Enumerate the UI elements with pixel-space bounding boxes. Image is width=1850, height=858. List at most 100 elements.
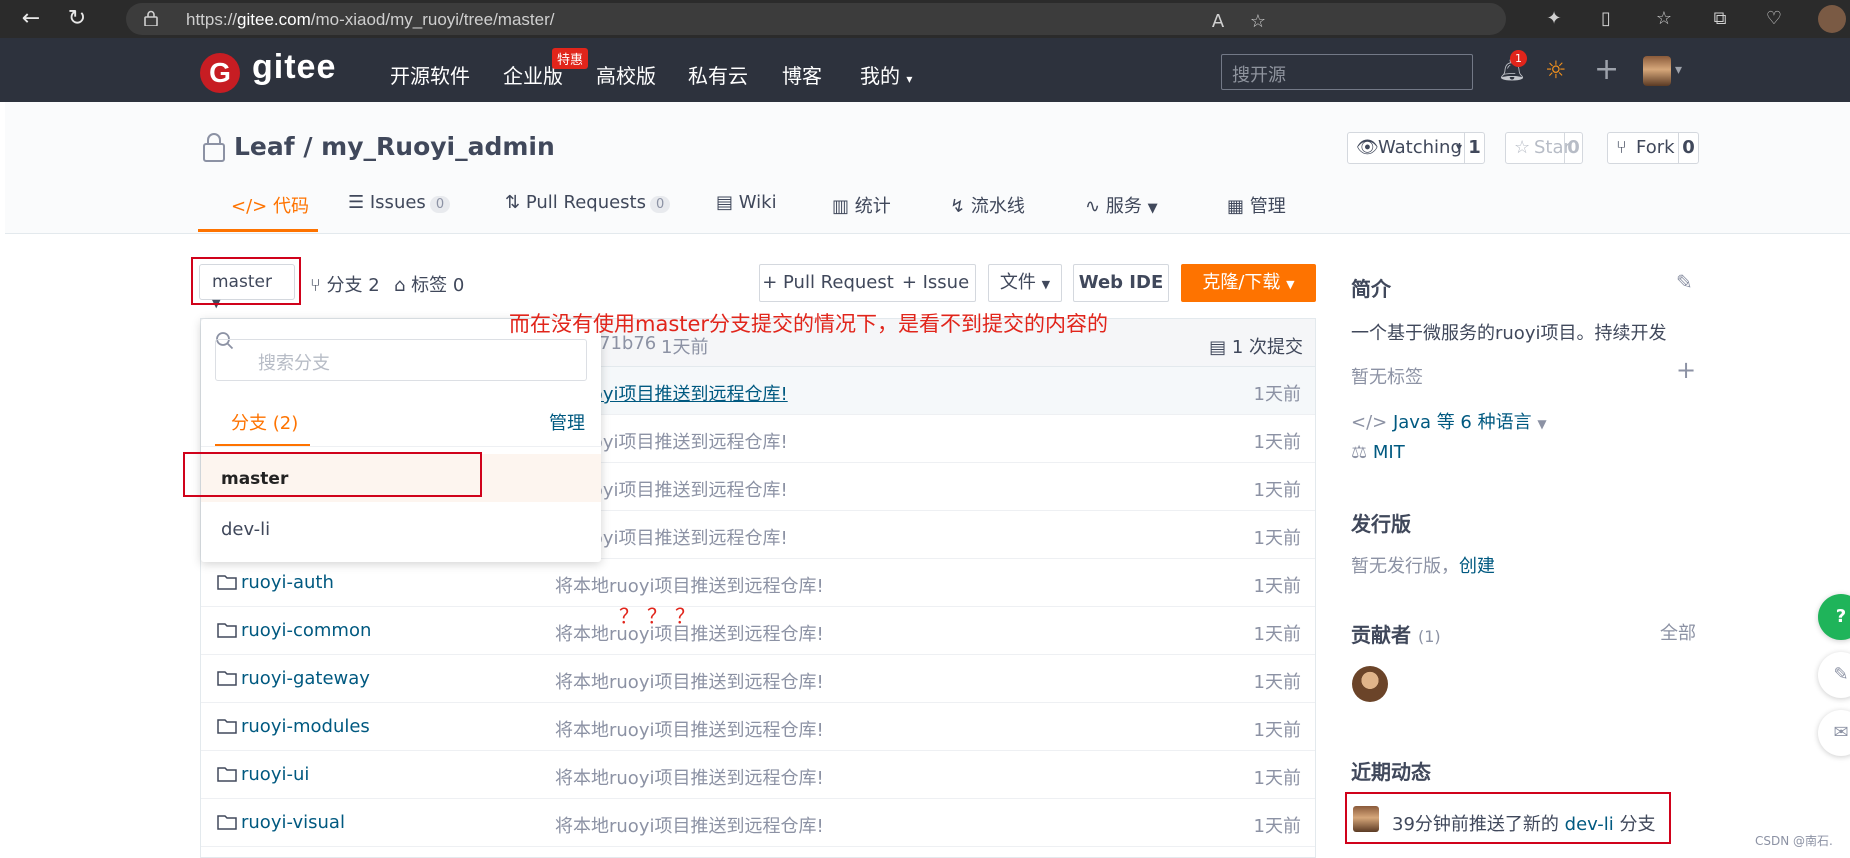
tab-stats[interactable]: ▥ 统计 xyxy=(832,192,891,218)
watch-count: 1 xyxy=(1464,133,1484,163)
search-input[interactable]: 搜开源 xyxy=(1221,54,1473,90)
read-aloud-icon[interactable]: A xyxy=(1206,11,1230,33)
edit-icon[interactable]: ✎ xyxy=(1676,270,1693,294)
gitee-logo-icon[interactable]: G xyxy=(200,53,240,93)
file-name-link[interactable]: ruoyi-modules xyxy=(241,716,370,737)
help-icon[interactable]: ? xyxy=(1818,594,1850,640)
document-icon: ▤ xyxy=(1209,337,1227,358)
file-name-link[interactable]: ruoyi-ui xyxy=(241,764,309,785)
comment-icon[interactable]: ✉ xyxy=(1818,710,1850,756)
eye-icon: 👁︎ xyxy=(1356,137,1379,158)
tab-code[interactable]: </> 代码 xyxy=(231,192,309,218)
language-row[interactable]: </> Java 等 6 种语言 ▼ xyxy=(1351,408,1547,434)
row-time: 1天前 xyxy=(1253,672,1301,693)
new-pull-request-button[interactable]: + Pull Request xyxy=(759,264,897,302)
table-row[interactable]: ruoyi-common 将本地ruoyi项目推送到远程仓库! 1天前 xyxy=(201,607,1315,655)
commit-message[interactable]: 将本地ruoyi项目推送到远程仓库! xyxy=(555,812,824,838)
create-release-link[interactable]: 创建 xyxy=(1459,556,1495,577)
plus-icon[interactable]: + xyxy=(1594,52,1619,87)
fork-button[interactable]: ⑂ Fork 0 xyxy=(1607,132,1699,164)
profile-icon[interactable] xyxy=(1818,5,1846,33)
watermark: CSDN @南石. xyxy=(1755,834,1833,848)
watch-button[interactable]: 👁︎ Watching ▾ 1 xyxy=(1347,132,1485,164)
tags-link[interactable]: ⌂ 标签 0 xyxy=(394,271,464,297)
file-name-link[interactable]: ruoyi-gateway xyxy=(241,668,370,689)
clone-download-button[interactable]: 克隆/下载 ▼ xyxy=(1181,264,1316,302)
chevron-down-icon[interactable]: ▾ xyxy=(1675,62,1682,78)
contributor-avatar[interactable] xyxy=(1352,666,1388,702)
pipeline-icon: ↯ xyxy=(950,196,966,217)
table-row[interactable]: ruoyi-modules 将本地ruoyi项目推送到远程仓库! 1天前 xyxy=(201,703,1315,751)
manage-icon: ▦ xyxy=(1227,196,1245,217)
split-screen-icon[interactable]: ▯ xyxy=(1594,8,1618,30)
health-icon[interactable]: ♡ xyxy=(1762,8,1786,30)
nav-mine[interactable]: 我的 ▾ xyxy=(860,60,912,89)
tab-pull-requests[interactable]: ⇅ Pull Requests 0 xyxy=(505,192,671,213)
file-name-link[interactable]: ruoyi-common xyxy=(241,620,371,641)
commit-message[interactable]: 将本地ruoyi项目推送到远程仓库! xyxy=(555,668,824,694)
chevron-down-icon: ▼ xyxy=(1041,278,1051,291)
folder-icon xyxy=(217,719,237,734)
feedback-icon[interactable]: ✎ xyxy=(1818,652,1850,698)
extensions-icon[interactable]: ✦ xyxy=(1542,8,1566,30)
nav-private-cloud[interactable]: 私有云 xyxy=(688,60,748,89)
reload-icon[interactable]: ↻ xyxy=(64,6,90,32)
tab-services[interactable]: ∿ 服务 ▼ xyxy=(1085,192,1158,218)
address-bar[interactable]: https://gitee.com/mo-xiaod/my_ruoyi/tree… xyxy=(126,3,1506,35)
contributors-all-link[interactable]: 全部 xyxy=(1660,619,1696,645)
pulse-icon: ∿ xyxy=(1085,196,1101,217)
favorite-star-icon[interactable]: ☆ xyxy=(1246,11,1270,33)
repo-title[interactable]: Leaf / my_Ruoyi_admin xyxy=(234,132,555,161)
contributors-count: (1) xyxy=(1417,627,1441,646)
activity-heading: 近期动态 xyxy=(1351,760,1431,784)
avatar[interactable] xyxy=(1643,56,1671,86)
gitee-logo-text[interactable]: gitee xyxy=(252,48,336,87)
new-issue-button[interactable]: + Issue xyxy=(896,264,976,302)
file-menu-button[interactable]: 文件 ▼ xyxy=(988,264,1062,302)
branch-search-input[interactable]: 搜索分支 xyxy=(215,339,587,381)
code-icon: </> xyxy=(1351,412,1388,433)
tab-wiki[interactable]: ▤ Wiki xyxy=(716,192,777,213)
chevron-down-icon: ▾ xyxy=(1456,140,1463,154)
commit-message[interactable]: 将本地ruoyi项目推送到远程仓库! xyxy=(555,572,824,598)
star-icon: ☆ xyxy=(1514,137,1531,158)
annotation-note: 而在没有使用master分支提交的情况下，是看不到提交的内容的 xyxy=(509,312,1109,336)
active-tab-indicator xyxy=(215,444,310,446)
web-ide-button[interactable]: Web IDE xyxy=(1073,264,1169,302)
file-name-link[interactable]: ruoyi-auth xyxy=(241,572,334,593)
branches-link[interactable]: ⑂ 分支 2 xyxy=(310,271,380,297)
table-row[interactable]: ruoyi-auth 将本地ruoyi项目推送到远程仓库! 1天前 xyxy=(201,559,1315,607)
nav-blog[interactable]: 博客 xyxy=(782,60,822,89)
nav-open-source[interactable]: 开源软件 xyxy=(390,60,470,89)
folder-icon xyxy=(217,767,237,782)
tab-manage[interactable]: ▦ 管理 xyxy=(1227,192,1286,218)
commit-message[interactable]: 将本地ruoyi项目推送到远程仓库! xyxy=(555,764,824,790)
branches-tab[interactable]: 分支 (2) xyxy=(231,409,298,435)
favorites-icon[interactable]: ☆ xyxy=(1652,8,1676,30)
tab-issues[interactable]: ☰ Issues 0 xyxy=(348,192,451,213)
table-row[interactable]: ruoyi-visual 将本地ruoyi项目推送到远程仓库! 1天前 xyxy=(201,799,1315,847)
commit-message[interactable]: 将本地ruoyi项目推送到远程仓库! xyxy=(555,716,824,742)
table-row[interactable]: ruoyi-ui 将本地ruoyi项目推送到远程仓库! 1天前 xyxy=(201,751,1315,799)
nav-university[interactable]: 高校版 xyxy=(596,60,656,89)
table-row[interactable]: ruoyi-gateway 将本地ruoyi项目推送到远程仓库! 1天前 xyxy=(201,655,1315,703)
tab-pipeline[interactable]: ↯ 流水线 xyxy=(950,192,1025,218)
fork-icon: ⑂ xyxy=(1616,137,1627,158)
browser-toolbar: ← ↻ https://gitee.com/mo-xiaod/my_ruoyi/… xyxy=(0,0,1850,38)
license-row[interactable]: ⚖ MIT xyxy=(1351,442,1405,463)
chevron-down-icon: ▾ xyxy=(906,72,913,86)
add-tag-icon[interactable]: + xyxy=(1676,356,1696,384)
star-button[interactable]: ☆ Star 0 xyxy=(1505,132,1583,164)
manage-branches-link[interactable]: 管理 xyxy=(549,409,585,435)
no-tags-text: 暂无标签 xyxy=(1351,367,1423,388)
lightbulb-icon[interactable]: ☼ xyxy=(1545,56,1567,84)
divider xyxy=(201,446,601,447)
watch-label: Watching xyxy=(1378,137,1462,158)
collections-icon[interactable]: ⧉ xyxy=(1708,8,1732,30)
row-time: 1天前 xyxy=(1253,624,1301,645)
commit-count-link[interactable]: ▤ 1 次提交 xyxy=(1209,333,1303,359)
back-icon[interactable]: ← xyxy=(18,6,44,32)
file-name-link[interactable]: ruoyi-visual xyxy=(241,812,345,833)
site-header: G gitee 开源软件 企业版 特惠 高校版 私有云 博客 我的 ▾ 搜开源 … xyxy=(0,38,1850,102)
branch-option-dev-li[interactable]: dev-li xyxy=(221,519,270,540)
